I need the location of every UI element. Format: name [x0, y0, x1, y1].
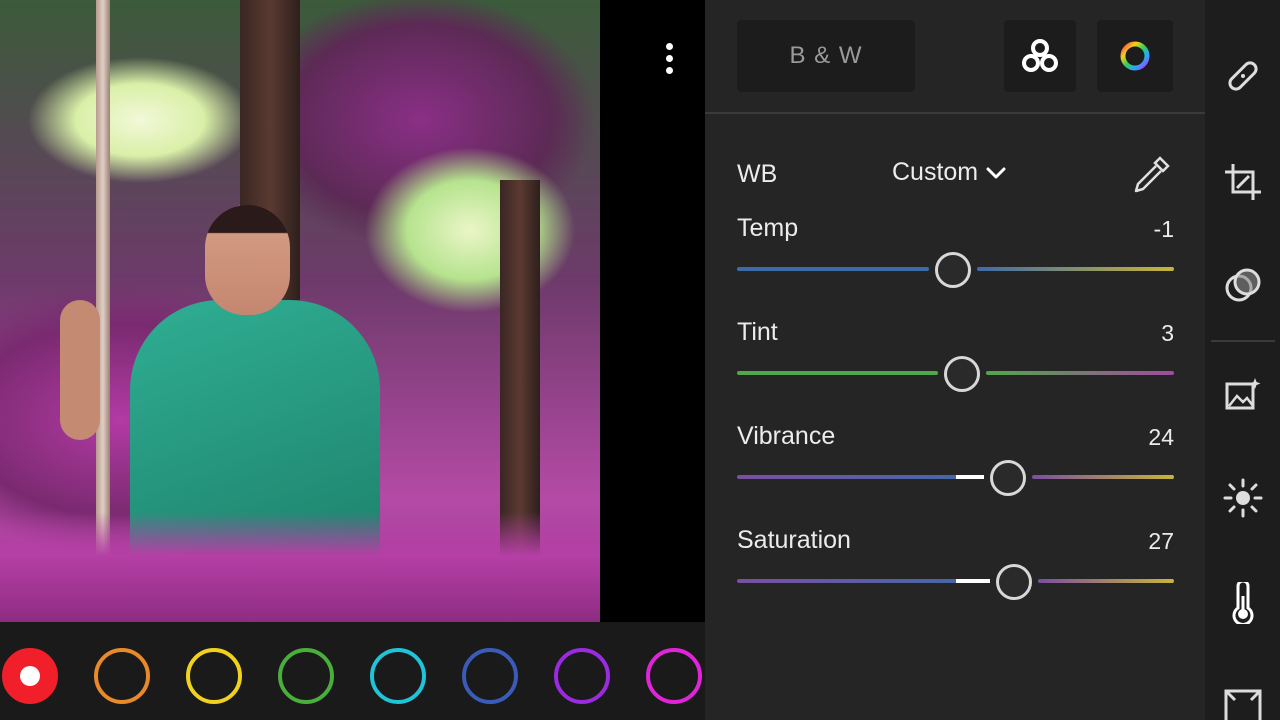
- color-swatch-row: [0, 622, 705, 720]
- slider-track-left: [737, 371, 938, 375]
- slider-label-tint: Tint: [737, 318, 778, 346]
- slider-track-left: [737, 267, 929, 271]
- slider-temp[interactable]: [737, 252, 1174, 288]
- slider-label-vibrance: Vibrance: [737, 422, 836, 450]
- color-swatch-orange[interactable]: [94, 648, 150, 704]
- more-options-icon[interactable]: [652, 36, 686, 80]
- color-panel: B & W WB Custom Temp -1 Tint 3 Vibrance …: [705, 0, 1205, 720]
- color-swatch-aqua[interactable]: [370, 648, 426, 704]
- slider-thumb[interactable]: [996, 564, 1032, 600]
- color-mix-button[interactable]: [1004, 20, 1076, 92]
- slider-tint[interactable]: [737, 356, 1174, 392]
- slider-thumb[interactable]: [990, 460, 1026, 496]
- eyedropper-icon: [1134, 156, 1170, 193]
- color-swatch-yellow[interactable]: [186, 648, 242, 704]
- slider-value-tint[interactable]: 3: [1074, 320, 1174, 347]
- white-balance-label: WB: [737, 160, 778, 188]
- color-grading-button[interactable]: [1097, 20, 1173, 92]
- rail-divider: [1211, 340, 1275, 342]
- crop-icon[interactable]: [1223, 162, 1263, 202]
- healing-icon[interactable]: [1223, 56, 1263, 96]
- masking-icon[interactable]: [1223, 266, 1263, 306]
- photo-canvas-area: [0, 0, 705, 622]
- edited-photo[interactable]: [0, 0, 600, 622]
- slider-thumb[interactable]: [944, 356, 980, 392]
- slider-thumb[interactable]: [935, 252, 971, 288]
- figure-head: [205, 205, 290, 315]
- color-swatch-magenta[interactable]: [646, 648, 702, 704]
- white-balance-value: Custom: [892, 158, 979, 186]
- eyedropper-button[interactable]: [1130, 152, 1174, 196]
- light-icon[interactable]: [1223, 478, 1263, 518]
- grass: [0, 512, 600, 622]
- presets-icon[interactable]: [1223, 374, 1263, 414]
- figure-arm: [60, 300, 100, 440]
- color-swatch-blue[interactable]: [462, 648, 518, 704]
- chevron-down-icon: [986, 167, 1006, 178]
- edit-tool-rail: [1205, 0, 1280, 720]
- slider-saturation[interactable]: [737, 564, 1174, 600]
- color-swatch-green[interactable]: [278, 648, 334, 704]
- black-white-button[interactable]: B & W: [737, 20, 915, 92]
- slider-value-saturation[interactable]: 27: [1074, 528, 1174, 555]
- slider-track-right: [977, 267, 1174, 271]
- slider-value-vibrance[interactable]: 24: [1074, 424, 1174, 451]
- white-balance-dropdown[interactable]: Custom: [892, 158, 1006, 187]
- slider-fill: [956, 475, 984, 479]
- slider-track-right: [1032, 475, 1174, 479]
- color-swatch-purple[interactable]: [554, 648, 610, 704]
- slider-label-temp: Temp: [737, 214, 799, 242]
- color-swatch-red[interactable]: [2, 648, 58, 704]
- color-icon[interactable]: [1223, 579, 1263, 626]
- slider-track-left: [737, 475, 984, 479]
- effects-icon[interactable]: [1223, 688, 1263, 720]
- color-mix-icon: [1022, 39, 1058, 72]
- slider-vibrance[interactable]: [737, 460, 1174, 496]
- color-grading-icon: [1120, 41, 1150, 71]
- slider-track-right: [1038, 579, 1174, 583]
- slider-value-temp[interactable]: -1: [1074, 216, 1174, 243]
- slider-label-saturation: Saturation: [737, 526, 851, 554]
- slider-track-left: [737, 579, 990, 583]
- panel-top-bar: B & W: [705, 0, 1205, 114]
- slider-fill: [956, 579, 990, 583]
- slider-track-right: [986, 371, 1174, 375]
